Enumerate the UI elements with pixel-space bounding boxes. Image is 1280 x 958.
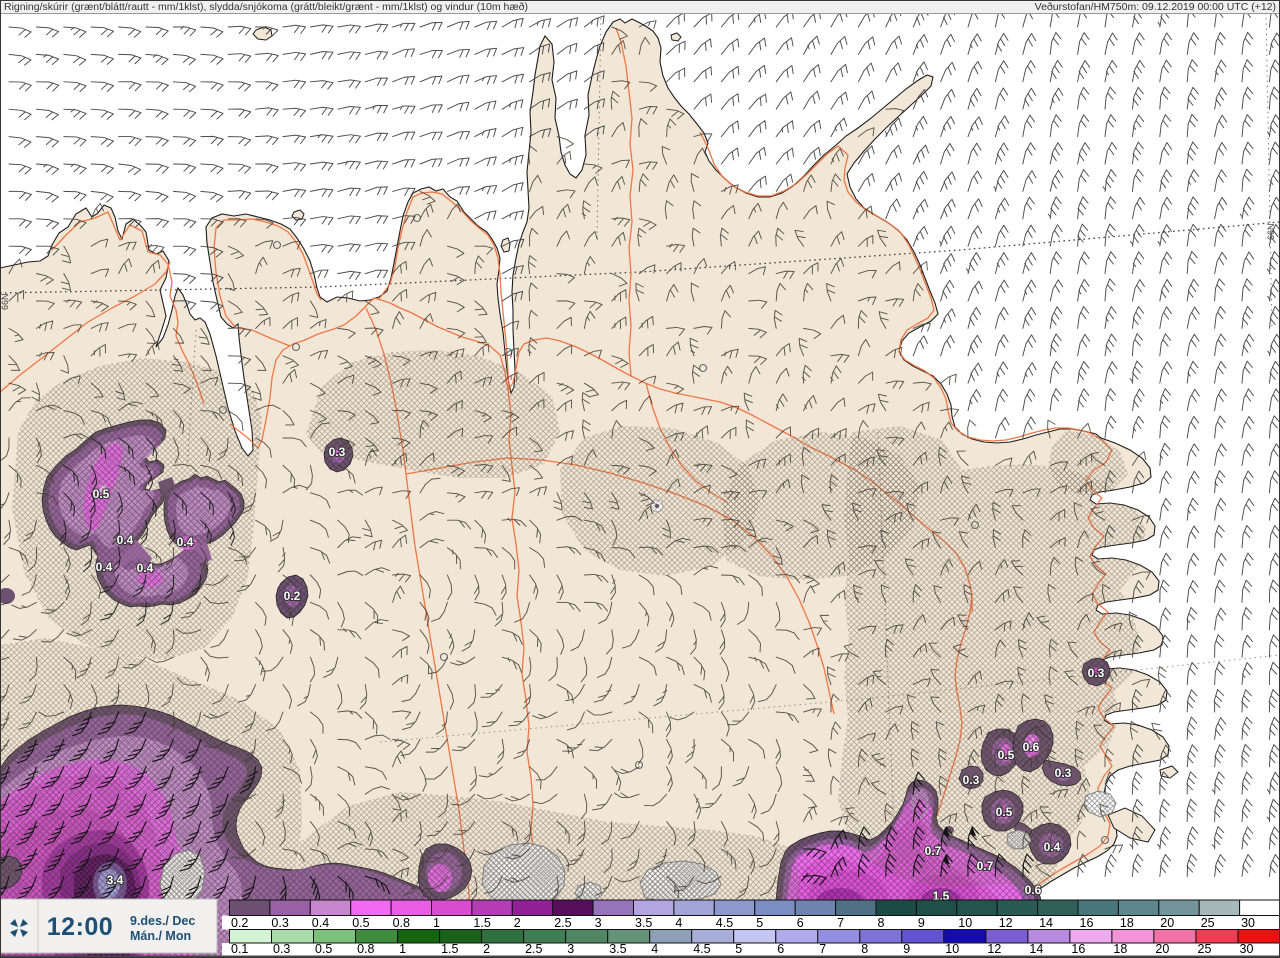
svg-text:0.7: 0.7 <box>925 844 942 858</box>
svg-text:7: 7 <box>837 916 844 930</box>
svg-text:8: 8 <box>861 942 868 956</box>
svg-text:0.4: 0.4 <box>1044 840 1061 854</box>
svg-text:25: 25 <box>1201 916 1215 930</box>
svg-text:5: 5 <box>735 942 742 956</box>
svg-text:7: 7 <box>819 942 826 956</box>
svg-text:10: 10 <box>958 916 972 930</box>
svg-text:2.5: 2.5 <box>554 916 571 930</box>
svg-text:0.8: 0.8 <box>357 942 374 956</box>
svg-text:14: 14 <box>1039 916 1053 930</box>
svg-text:1.5: 1.5 <box>441 942 458 956</box>
svg-text:0.6: 0.6 <box>1023 740 1040 754</box>
svg-text:4.5: 4.5 <box>716 916 733 930</box>
svg-text:25: 25 <box>1198 942 1212 956</box>
svg-text:12: 12 <box>999 916 1013 930</box>
svg-text:1: 1 <box>433 916 440 930</box>
svg-text:30: 30 <box>1240 942 1254 956</box>
svg-text:Mán./ Mon: Mán./ Mon <box>130 929 191 943</box>
svg-text:0.4: 0.4 <box>177 535 194 549</box>
svg-text:0.5: 0.5 <box>998 748 1015 762</box>
svg-text:6: 6 <box>777 942 784 956</box>
svg-text:9.des./ Dec: 9.des./ Dec <box>130 914 195 928</box>
svg-text:0.3: 0.3 <box>1055 766 1072 780</box>
svg-text:Veðurstofan/HM750m: 09.12.2019: Veðurstofan/HM750m: 09.12.2019 00:00 UTC… <box>1035 1 1276 13</box>
svg-text:3.5: 3.5 <box>635 916 652 930</box>
svg-text:8: 8 <box>878 916 885 930</box>
svg-text:3.5: 3.5 <box>609 942 626 956</box>
svg-text:9: 9 <box>903 942 910 956</box>
svg-text:3: 3 <box>595 916 602 930</box>
svg-text:20: 20 <box>1160 916 1174 930</box>
svg-text:1: 1 <box>399 942 406 956</box>
svg-text:3.4: 3.4 <box>107 873 124 887</box>
svg-text:5: 5 <box>756 916 763 930</box>
svg-text:0.8: 0.8 <box>393 916 410 930</box>
svg-text:2: 2 <box>483 942 490 956</box>
svg-text:0.4: 0.4 <box>137 561 154 575</box>
svg-text:0.2: 0.2 <box>231 916 248 930</box>
svg-text:0.6: 0.6 <box>1025 883 1042 897</box>
svg-text:0.3: 0.3 <box>963 773 980 787</box>
svg-text:0.3: 0.3 <box>1088 666 1105 680</box>
svg-text:12: 12 <box>987 942 1001 956</box>
svg-text:0.5: 0.5 <box>352 916 369 930</box>
svg-text:14: 14 <box>1029 942 1043 956</box>
svg-text:0.4: 0.4 <box>117 533 134 547</box>
svg-text:3: 3 <box>567 942 574 956</box>
svg-text:0.5: 0.5 <box>315 942 332 956</box>
svg-text:0.1: 0.1 <box>231 942 248 956</box>
svg-text:0.3: 0.3 <box>271 916 288 930</box>
svg-text:0.5: 0.5 <box>996 805 1013 819</box>
svg-text:66N: 66N <box>0 293 10 310</box>
svg-text:10: 10 <box>945 942 959 956</box>
svg-text:6: 6 <box>797 916 804 930</box>
svg-text:4.5: 4.5 <box>693 942 710 956</box>
svg-text:4: 4 <box>675 916 682 930</box>
svg-text:0.5: 0.5 <box>93 487 110 501</box>
svg-text:4: 4 <box>651 942 658 956</box>
svg-text:12:00: 12:00 <box>47 913 113 941</box>
svg-text:16: 16 <box>1071 942 1085 956</box>
svg-text:0.4: 0.4 <box>312 916 329 930</box>
svg-text:9: 9 <box>918 916 925 930</box>
svg-text:2.5: 2.5 <box>525 942 542 956</box>
svg-text:0.3: 0.3 <box>273 942 290 956</box>
svg-text:18: 18 <box>1120 916 1134 930</box>
svg-text:Rigning/skúrir (grænt/blátt/ra: Rigning/skúrir (grænt/blátt/rautt - mm/1… <box>4 1 528 13</box>
svg-text:1.5: 1.5 <box>473 916 490 930</box>
svg-text:30: 30 <box>1241 916 1255 930</box>
svg-text:18: 18 <box>1113 942 1127 956</box>
svg-text:0.7: 0.7 <box>977 859 994 873</box>
svg-text:2: 2 <box>514 916 521 930</box>
svg-text:0.3: 0.3 <box>329 445 346 459</box>
svg-text:0.2: 0.2 <box>284 589 301 603</box>
svg-text:16: 16 <box>1080 916 1094 930</box>
svg-text:20: 20 <box>1155 942 1169 956</box>
svg-text:0.4: 0.4 <box>96 560 113 574</box>
